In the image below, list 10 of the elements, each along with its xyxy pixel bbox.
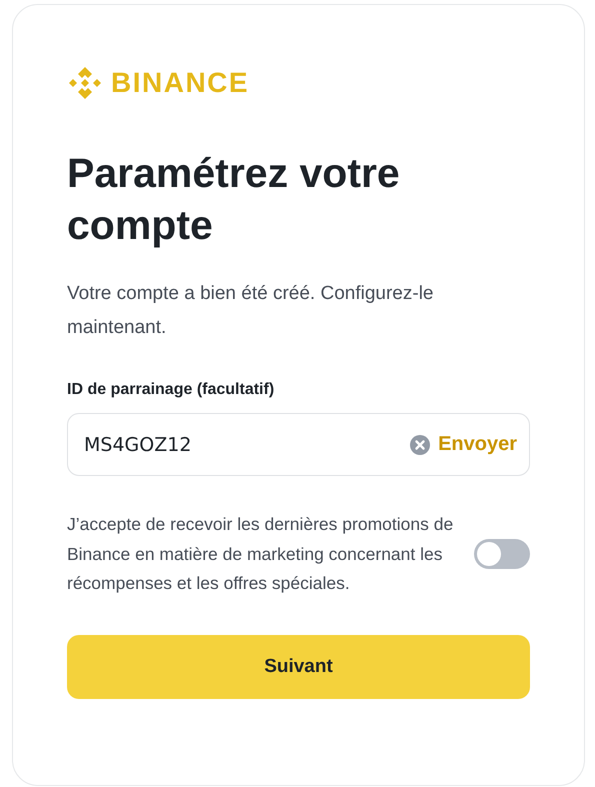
logo-text: BINANCE bbox=[111, 67, 250, 99]
next-button[interactable]: Suivant bbox=[67, 634, 530, 698]
subtitle: Votre compte a bien été créé. Configurez-le maintenant. bbox=[67, 282, 434, 340]
field-label: ID de parrainage (facultatif) bbox=[67, 381, 276, 399]
consent-text: J’accepte de recevoir les dernières promotions de Binance en matière de marketing concernant les récompenses et les offres spéciales. bbox=[67, 513, 454, 595]
page-title: Paramétrez votre compte bbox=[67, 149, 401, 250]
referral-field[interactable]: MS4GOZ12 Envoyer bbox=[67, 413, 530, 476]
consent-toggle[interactable] bbox=[474, 539, 530, 570]
clear-icon[interactable] bbox=[410, 434, 430, 454]
logo-icon bbox=[67, 65, 103, 101]
